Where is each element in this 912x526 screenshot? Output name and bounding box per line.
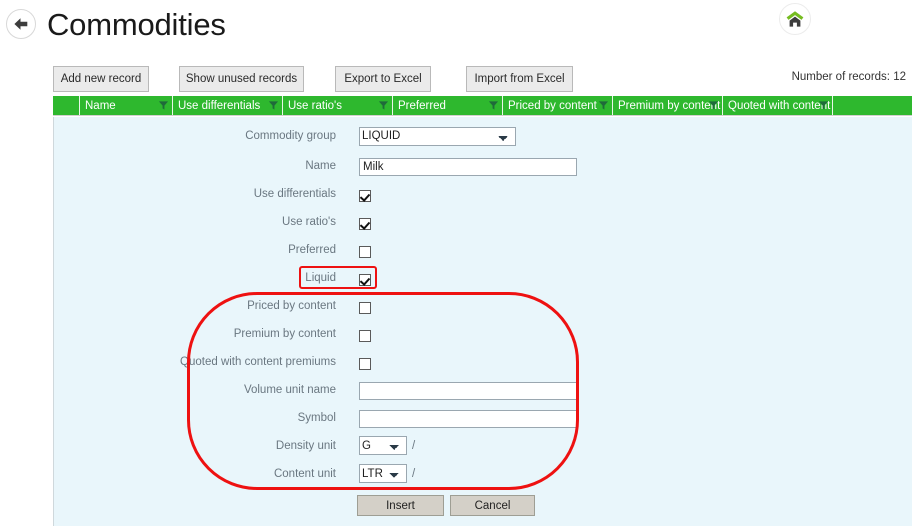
symbol-input[interactable] xyxy=(359,410,577,428)
form-row-quoted-with-content-premiums: Quoted with content premiums xyxy=(54,351,912,373)
preferred-checkbox[interactable] xyxy=(359,245,371,258)
cancel-button[interactable]: Cancel xyxy=(450,495,535,516)
back-button[interactable] xyxy=(6,9,36,39)
filter-icon[interactable] xyxy=(488,100,499,111)
record-edit-form: Commodity group LIQUID Name Use differen… xyxy=(53,117,912,526)
symbol-label: Symbol xyxy=(297,412,336,424)
priced-by-content-checkbox[interactable] xyxy=(359,301,371,314)
filter-icon[interactable] xyxy=(378,100,389,111)
use-differentials-label: Use differentials xyxy=(253,188,336,200)
filter-icon[interactable] xyxy=(268,100,279,111)
commodity-group-select[interactable]: LIQUID xyxy=(359,126,516,146)
density-unit-select[interactable]: G xyxy=(359,436,407,455)
form-row-content-unit: Content unit LTR / xyxy=(54,463,912,485)
premium-by-content-checkbox[interactable] xyxy=(359,329,371,342)
import-from-excel-button[interactable]: Import from Excel xyxy=(466,66,573,92)
form-row-commodity-group: Commodity group LIQUID xyxy=(54,125,912,147)
show-unused-records-button[interactable]: Show unused records xyxy=(179,66,304,92)
grid-header-row: Name Use differentials Use ratio's Prefe… xyxy=(53,96,912,116)
volume-unit-name-label: Volume unit name xyxy=(243,384,336,396)
liquid-checkbox[interactable] xyxy=(359,273,371,286)
grid-column-preferred[interactable]: Preferred xyxy=(393,96,503,115)
content-unit-select[interactable]: LTR xyxy=(359,464,407,483)
grid-column-label: Name xyxy=(85,99,116,112)
form-row-name: Name xyxy=(54,155,912,177)
quoted-with-content-premiums-label: Quoted with content premiums xyxy=(180,356,336,368)
form-row-liquid: Liquid xyxy=(54,267,912,289)
volume-unit-name-input[interactable] xyxy=(359,382,577,400)
grid-column-label: Premium by content xyxy=(618,99,721,112)
grid-column-use-ratios[interactable]: Use ratio's xyxy=(283,96,393,115)
form-row-volume-unit-name: Volume unit name xyxy=(54,379,912,401)
density-unit-slash: / xyxy=(412,439,416,452)
content-unit-label: Content unit xyxy=(273,468,336,480)
grid-column-priced-by-content[interactable]: Priced by content xyxy=(503,96,613,115)
quoted-with-content-premiums-checkbox[interactable] xyxy=(359,357,371,370)
form-row-preferred: Preferred xyxy=(54,239,912,261)
commodity-group-label: Commodity group xyxy=(245,130,336,142)
premium-by-content-label: Premium by content xyxy=(233,328,336,340)
use-differentials-checkbox[interactable] xyxy=(359,189,371,202)
grid-column-label: Preferred xyxy=(398,99,446,112)
export-to-excel-button[interactable]: Export to Excel xyxy=(335,66,431,92)
grid-column-selector[interactable] xyxy=(53,96,80,115)
form-row-priced-by-content: Priced by content xyxy=(54,295,912,317)
form-row-use-ratios: Use ratio's xyxy=(54,211,912,233)
form-row-use-differentials: Use differentials xyxy=(54,183,912,205)
priced-by-content-label: Priced by content xyxy=(247,300,336,312)
use-ratios-label: Use ratio's xyxy=(282,216,336,228)
filter-icon[interactable] xyxy=(818,100,829,111)
name-label: Name xyxy=(305,160,336,172)
grid-column-quoted-with-content-premiums[interactable]: Quoted with content pr xyxy=(723,96,833,115)
filter-icon[interactable] xyxy=(158,100,169,111)
form-row-premium-by-content: Premium by content xyxy=(54,323,912,345)
grid-column-label: Use ratio's xyxy=(288,99,342,112)
grid-column-use-differentials[interactable]: Use differentials xyxy=(173,96,283,115)
home-icon xyxy=(786,11,804,27)
content-unit-slash: / xyxy=(412,467,416,480)
grid-column-label: Priced by content xyxy=(508,99,597,112)
density-unit-label: Density unit xyxy=(275,440,336,452)
title-bar: Commodities xyxy=(0,0,912,56)
name-input[interactable] xyxy=(359,158,577,176)
form-row-density-unit: Density unit G / xyxy=(54,435,912,457)
filter-icon[interactable] xyxy=(708,100,719,111)
preferred-label: Preferred xyxy=(288,244,336,256)
grid-column-label: Use differentials xyxy=(178,99,261,112)
insert-button[interactable]: Insert xyxy=(357,495,444,516)
form-row-symbol: Symbol xyxy=(54,407,912,429)
back-arrow-icon xyxy=(14,18,28,30)
use-ratios-checkbox[interactable] xyxy=(359,217,371,230)
record-count-label: Number of records: 12 xyxy=(791,71,906,83)
home-button[interactable] xyxy=(779,3,811,35)
add-new-record-button[interactable]: Add new record xyxy=(53,66,149,92)
liquid-label: Liquid xyxy=(305,272,336,284)
toolbar: Add new record Show unused records Expor… xyxy=(0,66,912,94)
grid-column-name[interactable]: Name xyxy=(80,96,173,115)
filter-icon[interactable] xyxy=(598,100,609,111)
page-title: Commodities xyxy=(47,7,226,42)
grid-column-premium-by-content[interactable]: Premium by content xyxy=(613,96,723,115)
grid-column-filler xyxy=(833,96,912,115)
app-window: Commodities Add new record Show unused r… xyxy=(0,0,912,526)
